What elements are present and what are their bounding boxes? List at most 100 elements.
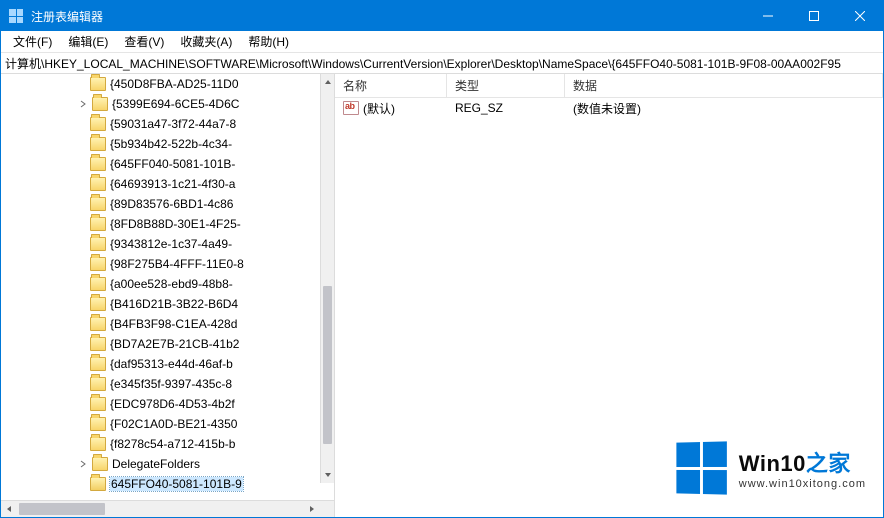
window-minimize-button[interactable] [745,1,791,31]
window-maximize-button[interactable] [791,1,837,31]
tree-item-label: {89D83576-6BD1-4c86 [110,197,233,211]
folder-icon [90,297,106,311]
menu-favorites[interactable]: 收藏夹(A) [172,31,240,52]
tree-item[interactable]: {8FD8B88D-30E1-4F25- [1,214,320,234]
scroll-track-h[interactable] [17,501,304,517]
menu-file[interactable]: 文件(F) [5,31,60,52]
folder-icon [90,157,106,171]
folder-icon [90,377,106,391]
tree-item-label: {F02C1A0D-BE21-4350 [110,417,237,431]
folder-icon [90,337,106,351]
menu-edit[interactable]: 编辑(E) [60,31,116,52]
expand-toggle-icon[interactable] [76,97,90,111]
folder-icon [90,177,106,191]
tree-vertical-scrollbar[interactable] [320,74,334,483]
tree-item[interactable]: {59031a47-3f72-44a7-8 [1,114,320,134]
main-area: {450D8FBA-AD25-11D0 {5399E694-6CE5-4D6C {5… [1,74,883,517]
tree-item[interactable]: {645FF040-5081-101B- [1,154,320,174]
tree-item-label: {B416D21B-3B22-B6D4 [110,297,238,311]
tree-item-label: {e345f35f-9397-435c-8 [110,377,232,391]
scroll-thumb-h[interactable] [19,503,105,515]
menu-help[interactable]: 帮助(H) [240,31,297,52]
app-icon [9,9,23,23]
scroll-down-button[interactable] [321,467,334,483]
scroll-right-button[interactable] [304,501,320,517]
tree-item[interactable]: {a00ee528-ebd9-48b8- [1,274,320,294]
tree-item[interactable]: {B4FB3F98-C1EA-428d [1,314,320,334]
tree-item[interactable]: {EDC978D6-4D53-4b2f [1,394,320,414]
value-type: REG_SZ [447,101,565,115]
tree-item[interactable]: {BD7A2E7B-21CB-41b2 [1,334,320,354]
tree-item[interactable]: {F02C1A0D-BE21-4350 [1,414,320,434]
tree-item[interactable]: {f8278c54-a712-415b-b [1,434,320,454]
scroll-thumb[interactable] [323,286,332,444]
menu-bar: 文件(F) 编辑(E) 查看(V) 收藏夹(A) 帮助(H) [1,31,883,53]
tree-item[interactable]: {98F275B4-4FFF-11E0-8 [1,254,320,274]
tree-item[interactable]: {e345f35f-9397-435c-8 [1,374,320,394]
column-header-type[interactable]: 类型 [447,74,565,97]
folder-icon [90,137,106,151]
tree-item[interactable]: {5b934b42-522b-4c34- [1,134,320,154]
folder-icon [90,477,106,491]
column-header-data[interactable]: 数据 [565,74,883,97]
tree-item-label: {5399E694-6CE5-4D6C [112,97,239,111]
scroll-track[interactable] [321,90,334,467]
window-titlebar[interactable]: 注册表编辑器 [1,1,883,31]
tree-item-label: {9343812e-1c37-4a49- [110,237,232,251]
folder-icon [90,437,106,451]
folder-icon [92,457,108,471]
values-header: 名称 类型 数据 [335,74,883,98]
folder-icon [90,277,106,291]
tree-item-label: {645FF040-5081-101B- [110,157,235,171]
folder-icon [90,417,106,431]
tree-item-label: {daf95313-e44d-46af-b [110,357,233,371]
folder-icon [90,317,106,331]
tree-item[interactable]: {64693913-1c21-4f30-a [1,174,320,194]
folder-icon [92,97,108,111]
window-close-button[interactable] [837,1,883,31]
column-header-name[interactable]: 名称 [335,74,447,97]
tree-item-label: {BD7A2E7B-21CB-41b2 [110,337,239,351]
registry-editor-window: 注册表编辑器 文件(F) 编辑(E) 查看(V) 收藏夹(A) 帮助(H) 计算… [0,0,884,518]
folder-icon [90,357,106,371]
menu-view[interactable]: 查看(V) [116,31,172,52]
tree-item-label: {B4FB3F98-C1EA-428d [110,317,237,331]
value-row[interactable]: (默认) REG_SZ (数值未设置) [335,98,883,118]
values-pane: 名称 类型 数据 (默认) REG_SZ (数值未设置) [335,74,883,517]
tree-item-label: {EDC978D6-4D53-4b2f [110,397,235,411]
expand-toggle-icon[interactable] [76,457,90,471]
value-data: (数值未设置) [565,100,883,117]
tree-item[interactable]: {450D8FBA-AD25-11D0 [1,74,320,94]
scroll-up-button[interactable] [321,74,334,90]
tree-horizontal-scrollbar[interactable] [1,500,334,517]
folder-icon [90,197,106,211]
folder-icon [90,117,106,131]
folder-icon [90,237,106,251]
tree-item[interactable]: {89D83576-6BD1-4c86 [1,194,320,214]
tree-item-label: {8FD8B88D-30E1-4F25- [110,217,241,231]
tree-pane: {450D8FBA-AD25-11D0 {5399E694-6CE5-4D6C {5… [1,74,335,517]
value-name: (默认) [363,100,395,117]
tree-item-label: {450D8FBA-AD25-11D0 [110,77,239,91]
folder-icon [90,257,106,271]
tree-item-label: {64693913-1c21-4f30-a [110,177,235,191]
tree-item-label: {a00ee528-ebd9-48b8- [110,277,233,291]
window-title: 注册表编辑器 [31,8,745,25]
folder-icon [90,397,106,411]
tree-item-label: {5b934b42-522b-4c34- [110,137,232,151]
tree-item-label: {f8278c54-a712-415b-b [110,437,235,451]
tree-item[interactable]: {9343812e-1c37-4a49- [1,234,320,254]
tree-item-label: {98F275B4-4FFF-11E0-8 [110,257,244,271]
tree-item-label: {59031a47-3f72-44a7-8 [110,117,236,131]
string-value-icon [343,101,359,115]
tree-item[interactable]: {5399E694-6CE5-4D6C [1,94,320,114]
scroll-left-button[interactable] [1,501,17,517]
registry-tree[interactable]: {450D8FBA-AD25-11D0 {5399E694-6CE5-4D6C {5… [1,74,334,500]
tree-item[interactable]: 645FFO40-5081-101B-9 [1,474,320,494]
tree-item[interactable]: DelegateFolders [1,454,320,474]
tree-item[interactable]: {B416D21B-3B22-B6D4 [1,294,320,314]
address-bar[interactable]: 计算机\HKEY_LOCAL_MACHINE\SOFTWARE\Microsof… [1,53,883,74]
tree-item-label: DelegateFolders [112,457,200,471]
scroll-corner [320,501,334,517]
tree-item[interactable]: {daf95313-e44d-46af-b [1,354,320,374]
